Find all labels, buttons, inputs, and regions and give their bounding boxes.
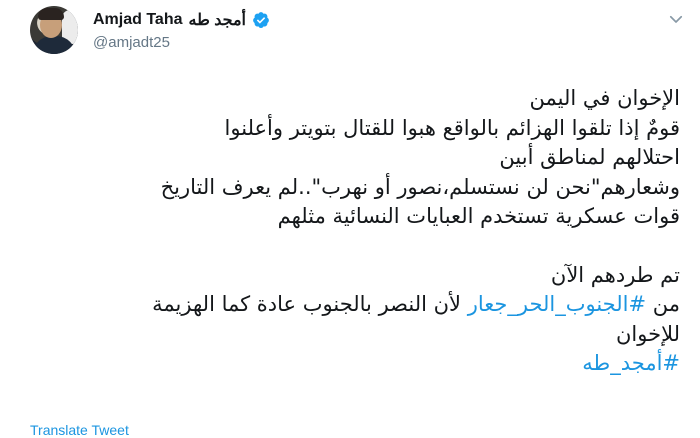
tweet-line-7: من #الجنوب_الحر_جعار لأن النصر بالجنوب ع… xyxy=(40,290,680,320)
verified-badge-icon xyxy=(253,12,269,29)
author-name-en: Amjad Taha xyxy=(93,11,183,28)
tweet-line-8: للإخوان xyxy=(615,321,680,346)
author-handle[interactable]: @amjadt25 xyxy=(93,34,170,51)
tweet-line-7-suffix: لأن النصر بالجنوب عادة كما الهزيمة xyxy=(152,292,468,316)
translate-tweet-link[interactable]: Translate Tweet xyxy=(30,422,129,438)
tweet-line-4: وشعارهم"نحن لن نستسلم،نصور أو نهرب"..لم … xyxy=(160,174,680,199)
author-avatar[interactable] xyxy=(30,6,78,54)
author-name-ar: أمجد طه xyxy=(188,12,247,29)
tweet-line-7-prefix: من xyxy=(646,292,680,316)
tweet-line-5: قوات عسكرية تستخدم العبايات النسائية مثل… xyxy=(277,204,680,228)
tweet-card: Amjad Taha أمجد طه @amjadt25 الإخوان في … xyxy=(0,0,700,438)
tweet-line-1: الإخوان في اليمن xyxy=(529,86,681,110)
author-display-name[interactable]: Amjad Taha أمجد طه xyxy=(93,10,270,30)
tweet-line-9: #أمجد_طه xyxy=(40,349,680,379)
avatar-hair xyxy=(38,8,64,20)
tweet-line-2: قومٌ إذا تلقوا الهزائم بالواقع هبوا للقت… xyxy=(224,115,680,140)
tweet-text: الإخوان في اليمن قومٌ إذا تلقوا الهزائم … xyxy=(40,84,680,379)
tweet-line-3: احتلالهم لمناطق أبين xyxy=(499,145,680,169)
hashtag-link[interactable]: #الجنوب_الحر_جعار xyxy=(468,292,646,316)
chevron-down-icon[interactable] xyxy=(667,10,685,28)
hashtag-link[interactable]: #أمجد_طه xyxy=(582,351,680,375)
tweet-line-6: تم طردهم الآن xyxy=(550,262,680,287)
